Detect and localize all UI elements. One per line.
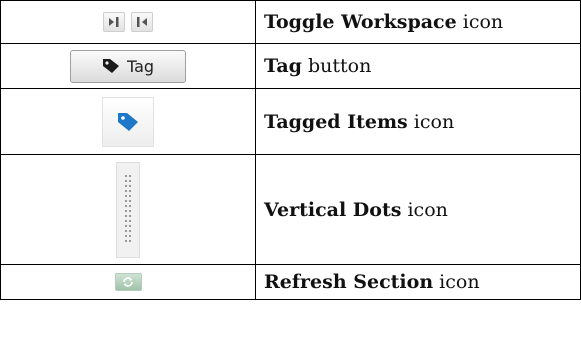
icon-cell (0, 154, 256, 265)
table-row: Toggle Workspace icon (0, 0, 581, 44)
row-term-suffix: button (301, 55, 372, 77)
icon-cell (0, 264, 256, 300)
row-term: Toggle Workspace (264, 11, 457, 33)
icon-cell (0, 88, 256, 155)
row-term-suffix: icon (433, 271, 480, 293)
description-cell: Tag button (255, 43, 581, 89)
row-term-suffix: icon (456, 11, 504, 33)
row-term: Tagged Items (264, 110, 408, 133)
row-term: Tag (264, 55, 302, 77)
refresh-section-icon[interactable] (114, 272, 142, 291)
tag-button-label: Tag (126, 56, 155, 76)
table-row: Tag Tag button (0, 43, 581, 89)
table-row: Vertical Dots icon (0, 154, 581, 265)
row-description: Vertical Dots icon (264, 199, 448, 221)
toggle-workspace-icons (103, 12, 153, 32)
collapse-right-icon[interactable] (103, 12, 125, 32)
description-cell: Refresh Section icon (255, 264, 581, 300)
tagged-items-icon[interactable] (102, 96, 154, 147)
table-row: Tagged Items icon (0, 88, 581, 155)
description-cell: Vertical Dots icon (255, 154, 581, 265)
row-term-suffix: icon (401, 198, 448, 221)
icon-cell: Tag (0, 43, 256, 89)
row-description: Toggle Workspace icon (264, 11, 503, 33)
row-term: Refresh Section (264, 271, 434, 293)
row-description: Tag button (264, 55, 371, 77)
table-row: Refresh Section icon (0, 264, 581, 300)
description-cell: Toggle Workspace icon (255, 0, 581, 44)
row-description: Refresh Section icon (264, 271, 480, 293)
row-description: Tagged Items icon (264, 111, 454, 133)
tag-icon (102, 59, 119, 73)
row-term: Vertical Dots (264, 198, 402, 221)
tag-button[interactable]: Tag (70, 49, 186, 83)
collapse-left-icon[interactable] (131, 12, 153, 32)
icon-reference-table: Toggle Workspace icon Tag Tag button Tag… (0, 0, 581, 300)
description-cell: Tagged Items icon (255, 88, 581, 155)
vertical-dots-icon[interactable] (116, 161, 140, 258)
icon-cell (0, 0, 256, 44)
row-term-suffix: icon (407, 110, 455, 133)
